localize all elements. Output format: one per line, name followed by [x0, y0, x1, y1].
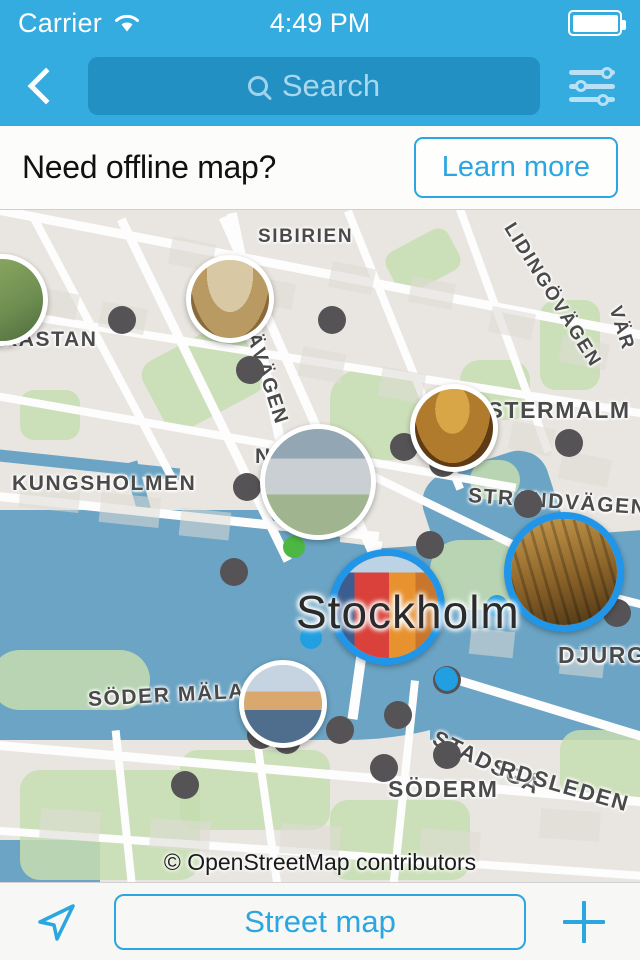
photo-marker-sergels-torg[interactable]: [260, 424, 376, 540]
status-bar-right: [568, 10, 626, 36]
add-button[interactable]: [556, 900, 612, 943]
offline-map-message: Need offline map?: [22, 149, 277, 185]
poi-dot[interactable]: [233, 473, 261, 501]
bottom-toolbar: Street map: [0, 882, 640, 960]
search-placeholder: Search: [281, 68, 381, 103]
sliders-icon: [569, 66, 615, 106]
photo-marker-vasa-museum[interactable]: [504, 512, 624, 632]
photo-thumbnail: [191, 260, 269, 338]
poi-dot[interactable]: [108, 306, 136, 334]
map-label: SÖDERM: [388, 776, 499, 802]
poi-dot[interactable]: [283, 536, 305, 558]
photo-thumbnail: [0, 259, 43, 341]
photo-marker-library[interactable]: [186, 255, 274, 343]
photo-thumbnail: [511, 519, 617, 625]
status-bar: Carrier 4:49 PM: [0, 0, 640, 46]
map-label: SIBIRIEN: [258, 226, 354, 247]
photo-thumbnail: [244, 665, 322, 743]
map-canvas[interactable]: SIBIRIEN KASTAN KUNGSHOLMEN ÄVÄGEN LIDINGÖVÄ…: [0, 210, 640, 882]
back-button[interactable]: [0, 46, 84, 126]
poi-dot[interactable]: [514, 490, 542, 518]
navigation-arrow-icon: [38, 903, 75, 941]
photo-marker-market-hall[interactable]: [410, 384, 498, 472]
poi-dot[interactable]: [384, 701, 412, 729]
search-icon: [247, 76, 268, 96]
carrier-label: Carrier: [18, 7, 102, 38]
photo-marker-panorama[interactable]: [239, 660, 327, 748]
poi-dot[interactable]: [555, 429, 583, 457]
map-label: LIDINGÖVÄGEN: [499, 219, 606, 372]
map-label: RDSLEDEN: [496, 755, 633, 817]
poi-dot[interactable]: [370, 754, 398, 782]
search-input[interactable]: Search: [88, 57, 540, 115]
poi-dot[interactable]: [236, 356, 264, 384]
search-header: Search: [0, 46, 640, 126]
chevron-left-icon: [27, 67, 65, 105]
photo-thumbnail: [415, 389, 493, 467]
map-label: VÄR: [604, 303, 639, 353]
map-attribution: © OpenStreetMap contributors: [163, 849, 477, 875]
locate-me-button[interactable]: [28, 898, 84, 946]
plus-icon: [563, 900, 605, 943]
battery-full-icon: [568, 10, 626, 36]
poi-dot[interactable]: [171, 771, 199, 799]
poi-dot[interactable]: [416, 531, 444, 559]
status-bar-left: Carrier: [18, 8, 568, 39]
map-mode-button[interactable]: Street map: [114, 893, 526, 950]
offline-map-banner: Need offline map? Learn more: [0, 126, 640, 210]
map-label: DJURGÅR: [558, 642, 640, 668]
learn-more-button[interactable]: Learn more: [413, 137, 618, 198]
wifi-icon: [114, 14, 139, 32]
map-overlay: SIBIRIEN KASTAN KUNGSHOLMEN ÄVÄGEN LIDINGÖVÄ…: [0, 210, 640, 882]
map-label: KUNGSHOLMEN: [12, 472, 197, 495]
poi-dot[interactable]: [220, 558, 248, 586]
photo-thumbnail: [265, 429, 371, 535]
city-label: Stockholm: [296, 586, 520, 638]
poi-dot[interactable]: [318, 306, 346, 334]
photo-marker-vasastan-park[interactable]: [0, 254, 48, 346]
poi-dot[interactable]: [326, 716, 354, 744]
map-screen: Carrier 4:49 PM Search Need offline map?…: [0, 0, 640, 960]
poi-dot[interactable]: [436, 669, 458, 691]
filter-button[interactable]: [544, 46, 640, 126]
poi-dot[interactable]: [433, 741, 461, 769]
